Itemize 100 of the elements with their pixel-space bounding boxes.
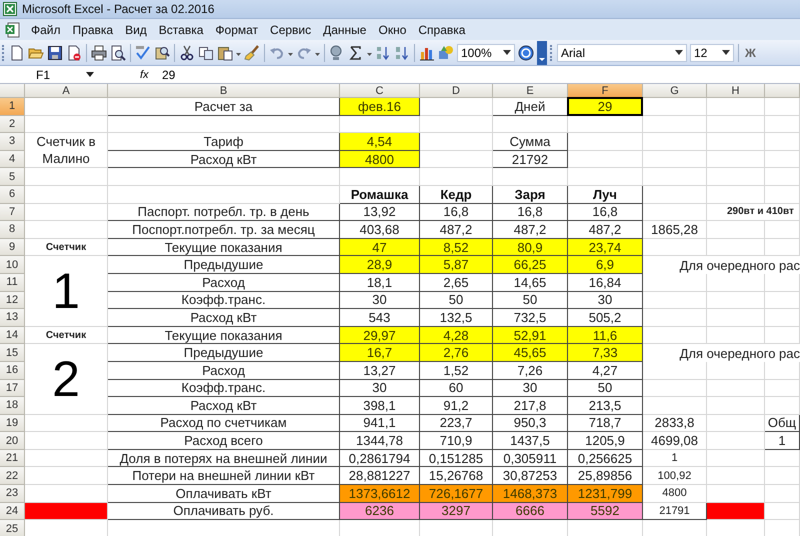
menu-item[interactable]: Файл: [25, 22, 67, 36]
column-header[interactable]: G: [643, 84, 707, 98]
row-header[interactable]: 5: [0, 168, 25, 186]
bold-button[interactable]: Ж: [743, 46, 758, 60]
dropdown-arrow-icon[interactable]: [503, 50, 511, 55]
row-header[interactable]: 17: [0, 380, 25, 398]
row-header[interactable]: 3: [0, 133, 25, 151]
workbook-icon[interactable]: [5, 22, 21, 38]
table-cell: 100,92: [643, 467, 707, 486]
row-header[interactable]: 16: [0, 362, 25, 380]
table-cell: Расчет за: [108, 98, 340, 116]
table-cell: Дней: [493, 98, 568, 116]
table-cell: [643, 380, 707, 398]
formula-field[interactable]: 29: [154, 66, 800, 82]
menu-item[interactable]: Вид: [119, 22, 153, 36]
table-cell: [765, 150, 800, 168]
paintbrush-icon[interactable]: [244, 44, 260, 60]
dropdown-arrow-icon[interactable]: [86, 72, 94, 77]
dropdown-arrow-icon[interactable]: [675, 50, 683, 55]
table-cell: Общ: [765, 414, 800, 432]
menu-item[interactable]: Справка: [412, 22, 472, 36]
menu-item[interactable]: Данные: [317, 22, 372, 36]
row-header[interactable]: 8: [0, 221, 25, 239]
table-cell: [707, 133, 765, 151]
table-cell: [643, 168, 707, 186]
table-cell: Сумма: [493, 133, 568, 151]
menu-item[interactable]: Окно: [372, 22, 412, 36]
help-icon[interactable]: [518, 44, 534, 60]
row-header[interactable]: 22: [0, 467, 25, 486]
table-cell: 1: [643, 450, 707, 468]
table-cell: [643, 133, 707, 151]
row-header[interactable]: 10: [0, 256, 25, 274]
row-header[interactable]: 20: [0, 432, 25, 450]
column-header[interactable]: D: [420, 84, 493, 98]
menu-item[interactable]: Вставка: [152, 22, 210, 36]
row-header[interactable]: 13: [0, 309, 25, 327]
print-icon[interactable]: [91, 44, 107, 60]
row-header[interactable]: 14: [0, 326, 25, 344]
table-cell: 290вт и 410вт: [707, 204, 800, 222]
print-preview-icon[interactable]: [110, 44, 126, 60]
table-cell: [707, 467, 765, 486]
row-header[interactable]: 11: [0, 274, 25, 292]
row-header[interactable]: 21: [0, 450, 25, 468]
column-header[interactable]: B: [108, 84, 340, 98]
table-cell: 950,3: [493, 414, 568, 432]
new-document-icon[interactable]: [9, 44, 25, 60]
table-cell: Расход кВт: [108, 397, 340, 415]
sort-ascending-icon[interactable]: [375, 44, 391, 60]
table-cell: 223,7: [420, 414, 493, 432]
table-cell: 11,6: [568, 326, 643, 344]
table-cell: Расход: [108, 274, 340, 292]
spelling-icon[interactable]: [135, 44, 151, 60]
menu-item[interactable]: Сервис: [264, 22, 318, 36]
paste-icon[interactable]: [217, 44, 233, 60]
table-cell: 718,7: [568, 414, 643, 432]
sum-icon[interactable]: [348, 44, 364, 60]
table-cell: Оплачивать руб.: [108, 502, 340, 520]
column-header[interactable]: H: [707, 84, 765, 98]
table-cell: [707, 150, 765, 168]
column-header[interactable]: F: [568, 84, 643, 98]
table-cell: [707, 397, 765, 415]
column-header[interactable]: A: [25, 84, 108, 98]
toolbar-options-icon[interactable]: [537, 40, 547, 64]
row-header[interactable]: 1: [0, 98, 25, 116]
zoom-dropdown[interactable]: 100%: [457, 44, 515, 62]
save-icon[interactable]: [47, 44, 63, 60]
table-cell: Коэфф.транс.: [108, 380, 340, 398]
menu-item[interactable]: Формат: [209, 22, 264, 36]
sort-descending-icon[interactable]: [394, 44, 410, 60]
row-header[interactable]: 18: [0, 397, 25, 415]
function-label[interactable]: fx: [140, 68, 154, 80]
table-cell: Заря: [493, 186, 568, 204]
research-icon[interactable]: [154, 44, 170, 60]
table-cell: Луч: [568, 186, 643, 204]
column-header[interactable]: C: [340, 84, 420, 98]
table-cell: [707, 362, 765, 380]
row-header[interactable]: 9: [0, 238, 25, 256]
dropdown-arrow-icon[interactable]: [722, 50, 730, 55]
table-cell: [707, 485, 765, 503]
table-cell: [765, 238, 800, 256]
font-dropdown[interactable]: Arial: [557, 44, 687, 62]
table-cell: [643, 397, 707, 415]
row-header[interactable]: 23: [0, 485, 25, 503]
menu-item[interactable]: Правка: [66, 22, 120, 36]
row-header[interactable]: 4: [0, 150, 25, 168]
permission-icon[interactable]: [66, 44, 82, 60]
row-header[interactable]: 6: [0, 186, 25, 204]
copy-icon[interactable]: [198, 44, 214, 60]
font-size-dropdown[interactable]: 12: [690, 44, 734, 62]
row-header[interactable]: 25: [0, 520, 25, 536]
row-header[interactable]: 12: [0, 292, 25, 310]
row-header[interactable]: 2: [0, 116, 25, 134]
row-header[interactable]: 19: [0, 414, 25, 432]
row-header[interactable]: 15: [0, 344, 25, 362]
row-header[interactable]: 24: [0, 502, 25, 520]
column-header[interactable]: E: [493, 84, 568, 98]
table-cell: 16,8: [420, 204, 493, 222]
cut-icon[interactable]: [179, 44, 195, 60]
table-cell: Кедр: [420, 186, 493, 204]
row-header[interactable]: 7: [0, 204, 25, 222]
